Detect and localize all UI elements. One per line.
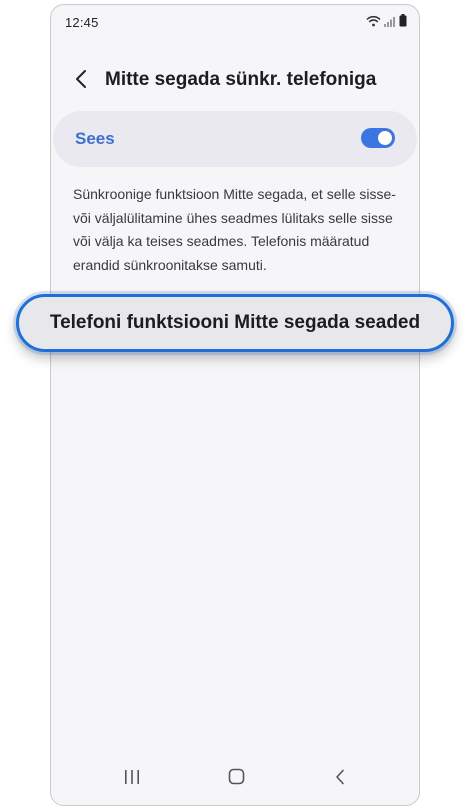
nav-back-button[interactable]	[325, 767, 355, 791]
description-text: Sünkroonige funktsioon Mitte segada, et …	[73, 186, 396, 273]
navigation-bar	[51, 753, 419, 805]
page-title: Mitte segada sünkr. telefoniga	[105, 69, 377, 90]
phone-frame: 12:45 Mitte segada sünkr. telefoniga See…	[50, 4, 420, 806]
master-toggle[interactable]	[361, 128, 395, 148]
status-bar: 12:45	[51, 5, 419, 41]
phone-dnd-settings-label: Telefoni funktsiooni Mitte segada seaded	[49, 312, 421, 333]
home-button[interactable]	[221, 767, 251, 791]
chevron-left-icon	[75, 69, 87, 94]
phone-dnd-settings-button[interactable]: Telefoni funktsiooni Mitte segada seaded	[16, 294, 454, 352]
battery-icon	[399, 14, 407, 32]
master-switch-label: Sees	[75, 129, 115, 148]
back-button[interactable]	[69, 67, 93, 95]
status-icons	[366, 14, 407, 32]
home-icon	[228, 768, 245, 790]
status-time: 12:45	[65, 15, 99, 30]
back-icon	[335, 769, 345, 790]
header: Mitte segada sünkr. telefoniga	[51, 61, 419, 101]
wifi-icon	[366, 14, 381, 32]
recent-apps-icon	[124, 769, 140, 790]
signal-icon	[384, 14, 396, 32]
master-switch-row[interactable]: Sees	[53, 111, 417, 167]
toggle-knob	[378, 131, 392, 145]
recent-apps-button[interactable]	[117, 767, 147, 791]
